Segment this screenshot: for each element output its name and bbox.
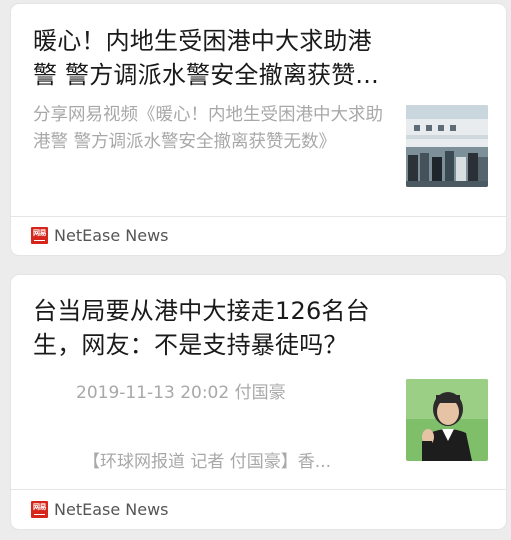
official-portrait-image (406, 379, 488, 461)
news-card[interactable]: 台当局要从港中大接走126名台 生，网友：不是支持暴徒吗？ 2019-11-13… (11, 275, 506, 529)
netease-logo-icon: 网易 (31, 501, 48, 518)
card-divider (11, 216, 506, 217)
article-summary: 分享网易视频《暖心！内地生受困港中大求助港警 警方调派水警安全撤离获赞无数》 (33, 105, 383, 152)
title-line-1: 台当局要从港中大接走126名台 (33, 297, 370, 325)
article-thumbnail[interactable] (406, 379, 488, 461)
source-name: NetEase News (54, 500, 169, 519)
source-name: NetEase News (54, 226, 169, 245)
source-attribution[interactable]: 网易 NetEase News (31, 226, 169, 245)
card-divider (11, 489, 506, 490)
article-title[interactable]: 暖心！内地生受困港中大求助港 警 警方调派水警安全撤离获赞... (33, 24, 486, 92)
article-thumbnail[interactable] (406, 105, 488, 187)
source-attribution[interactable]: 网易 NetEase News (31, 500, 169, 519)
title-line-1: 暖心！内地生受困港中大求助港 (33, 27, 372, 55)
article-excerpt: 【环球网报道 记者 付国豪】香... (83, 452, 332, 472)
title-line-2: 警 警方调派水警安全撤离获赞... (33, 61, 379, 89)
article-meta: 2019-11-13 20:02 付国豪 (76, 383, 286, 403)
title-line-2: 生，网友：不是支持暴徒吗？ (33, 331, 348, 359)
news-card[interactable]: 暖心！内地生受困港中大求助港 警 警方调派水警安全撤离获赞... 分享网易视频《… (11, 4, 506, 255)
netease-logo-icon: 网易 (31, 227, 48, 244)
boat-rescue-image (406, 105, 488, 187)
article-title[interactable]: 台当局要从港中大接走126名台 生，网友：不是支持暴徒吗？ (33, 294, 486, 362)
